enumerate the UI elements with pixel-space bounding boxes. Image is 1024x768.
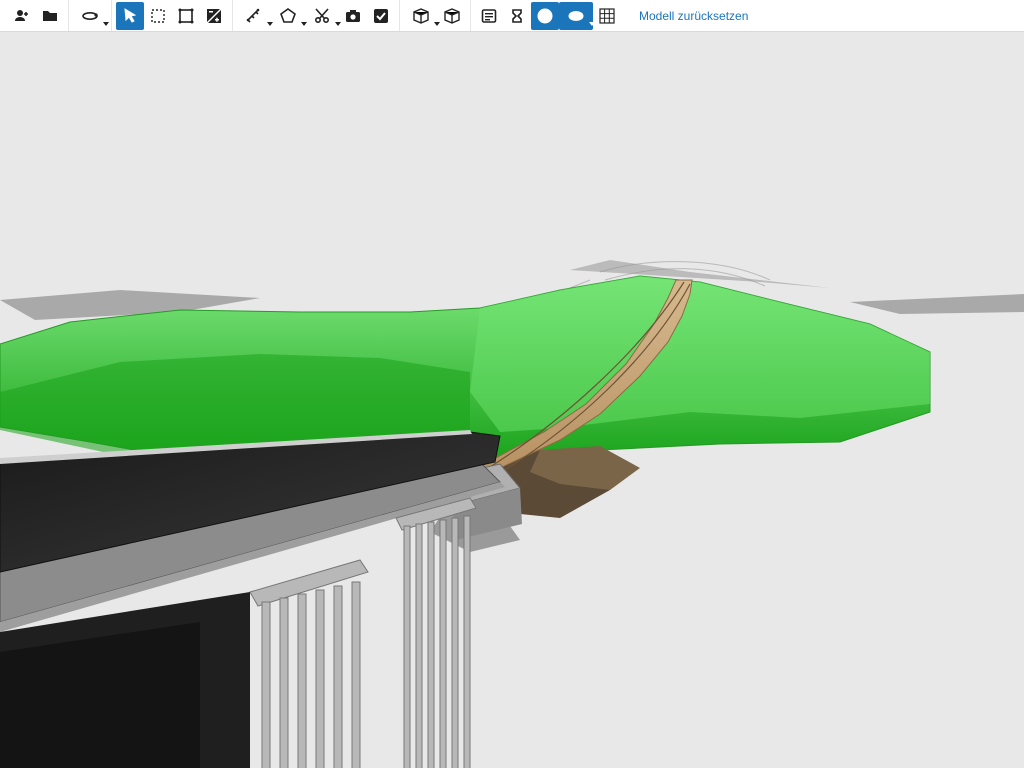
checkbox-icon[interactable] (367, 2, 395, 30)
crop-icon[interactable] (172, 2, 200, 30)
cube2-icon[interactable] (438, 2, 466, 30)
toolbar: Modell zurücksetzen (0, 0, 1024, 32)
measure-icon[interactable] (237, 2, 271, 30)
box-select-icon[interactable] (144, 2, 172, 30)
toolbar-group-model (399, 0, 470, 31)
library-icon[interactable] (36, 2, 64, 30)
cut-icon[interactable] (305, 2, 339, 30)
grid-icon[interactable] (593, 2, 621, 30)
reset-model-link[interactable]: Modell zurücksetzen (625, 9, 762, 23)
clip-icon[interactable] (503, 2, 531, 30)
layers-icon[interactable] (475, 2, 503, 30)
toolbar-group-collab (4, 0, 68, 31)
cube-icon[interactable] (404, 2, 438, 30)
add-user-icon[interactable] (8, 2, 36, 30)
toolbar-group-selection (111, 0, 232, 31)
toolbar-group-info (470, 0, 625, 31)
orbit-icon[interactable] (73, 2, 107, 30)
polygon-icon[interactable] (271, 2, 305, 30)
toolbar-group-geom (232, 0, 399, 31)
viewport-3d[interactable] (0, 32, 1024, 768)
help-icon[interactable] (531, 2, 559, 30)
visibility-icon[interactable] (559, 2, 593, 30)
toolbar-group-view (68, 0, 111, 31)
exposure-icon[interactable] (200, 2, 228, 30)
snapshot-icon[interactable] (339, 2, 367, 30)
pointer-icon[interactable] (116, 2, 144, 30)
